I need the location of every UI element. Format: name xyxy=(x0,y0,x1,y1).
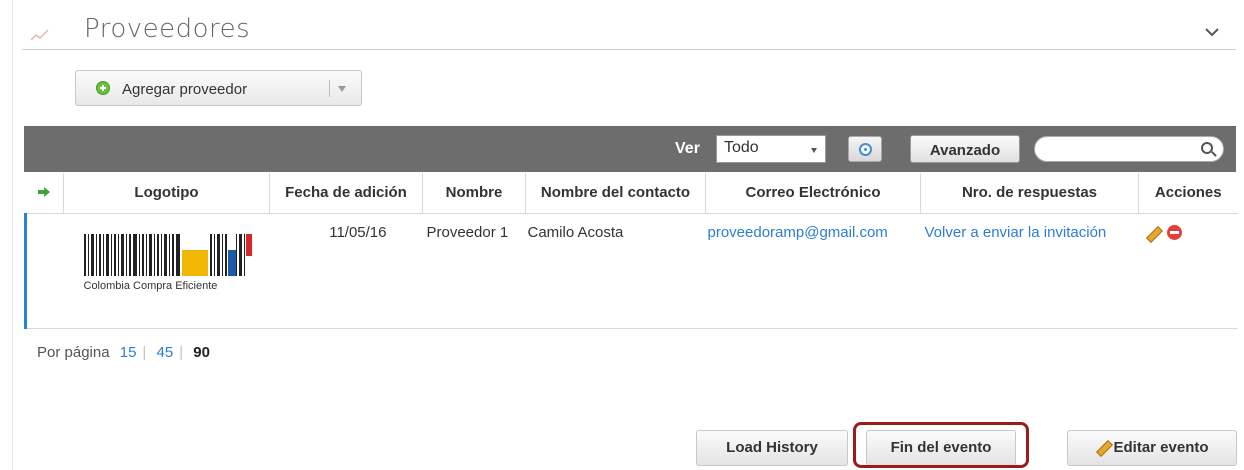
plus-icon xyxy=(96,81,110,95)
logo-caption: Colombia Compra Eficiente xyxy=(83,279,218,292)
contact-cell: Camilo Acosta xyxy=(527,223,624,241)
edit-event-button[interactable]: Editar evento xyxy=(1067,430,1237,466)
search-icon[interactable] xyxy=(1201,142,1213,154)
left-border-rule xyxy=(12,0,13,470)
advanced-search-button[interactable]: Avanzado xyxy=(910,135,1020,163)
view-label: Ver xyxy=(675,140,700,157)
pencil-icon xyxy=(1095,439,1111,455)
row-select-cell xyxy=(24,213,64,328)
delete-icon[interactable] xyxy=(1166,225,1182,241)
logo-cell: Colombia Compra Eficiente xyxy=(64,213,270,328)
view-filter-select[interactable]: Todo xyxy=(716,135,826,163)
history-filter-button[interactable] xyxy=(848,136,882,162)
email-link[interactable]: proveedoramp@gmail.com xyxy=(708,224,888,241)
page-size-option-15[interactable]: 15 xyxy=(120,344,137,361)
grid-toolbar: Ver Todo Avanzado xyxy=(24,126,1236,172)
column-header-name[interactable]: Nombre xyxy=(422,173,526,214)
load-history-button[interactable]: Load History xyxy=(696,430,848,466)
page-size-option-90[interactable]: 90 xyxy=(193,344,210,361)
page-size-divider: | xyxy=(179,344,184,361)
column-header-email[interactable]: Correo Electrónico xyxy=(705,173,921,214)
dropdown-arrow-icon xyxy=(811,148,817,153)
column-header-contact[interactable]: Nombre del contacto xyxy=(525,173,706,214)
date-cell: 11/05/16 xyxy=(329,223,387,241)
add-supplier-button[interactable]: Agregar proveedor xyxy=(75,70,362,106)
suppliers-table: Logotipo Fecha de adición Nombre Nombre … xyxy=(24,173,1238,329)
button-separator xyxy=(329,80,330,97)
email-cell: proveedoramp@gmail.com xyxy=(706,213,921,328)
barcode-logo-graphic xyxy=(83,233,252,276)
table-row[interactable]: Colombia Compra Eficiente 11/05/16 Prove… xyxy=(24,213,1238,328)
edit-pencil-icon[interactable] xyxy=(1145,225,1161,241)
highlight-frame xyxy=(853,422,1029,468)
chart-line-icon xyxy=(30,29,49,41)
actions-cell xyxy=(1139,213,1238,328)
page-size-option-45[interactable]: 45 xyxy=(157,344,174,361)
table-header-row: Logotipo Fecha de adición Nombre Nombre … xyxy=(25,173,1238,214)
search-box[interactable] xyxy=(1034,136,1224,162)
search-input[interactable] xyxy=(1047,140,1197,158)
edit-event-label: Editar evento xyxy=(1113,439,1209,456)
responses-cell: Volver a enviar la invitación xyxy=(921,213,1139,328)
advanced-search-label: Avanzado xyxy=(929,142,1001,159)
page-size-selector: Por página 15 | 45 | 90 xyxy=(37,344,216,361)
view-filter-value: Todo xyxy=(724,139,759,156)
page-size-divider: | xyxy=(142,344,147,361)
clock-icon xyxy=(859,143,872,156)
arrow-right-icon[interactable] xyxy=(38,187,51,198)
column-header-actions: Acciones xyxy=(1138,173,1238,214)
column-header-date[interactable]: Fecha de adición xyxy=(269,173,423,214)
add-supplier-label: Agregar proveedor xyxy=(122,81,248,98)
caret-down-icon[interactable] xyxy=(338,86,346,92)
resend-invitation-link[interactable]: Volver a enviar la invitación xyxy=(925,224,1107,241)
supplier-logo: Colombia Compra Eficiente xyxy=(83,233,264,304)
column-header-responses[interactable]: Nro. de respuestas xyxy=(920,173,1139,214)
section-title: Proveedores xyxy=(84,14,251,44)
section-header[interactable]: Proveedores xyxy=(22,8,1236,50)
select-column-header[interactable] xyxy=(25,173,64,214)
column-header-logo[interactable]: Logotipo xyxy=(63,173,270,214)
name-cell: Proveedor 1 xyxy=(426,223,509,241)
page-size-label: Por página xyxy=(37,344,110,361)
chevron-down-icon[interactable] xyxy=(1204,26,1220,38)
